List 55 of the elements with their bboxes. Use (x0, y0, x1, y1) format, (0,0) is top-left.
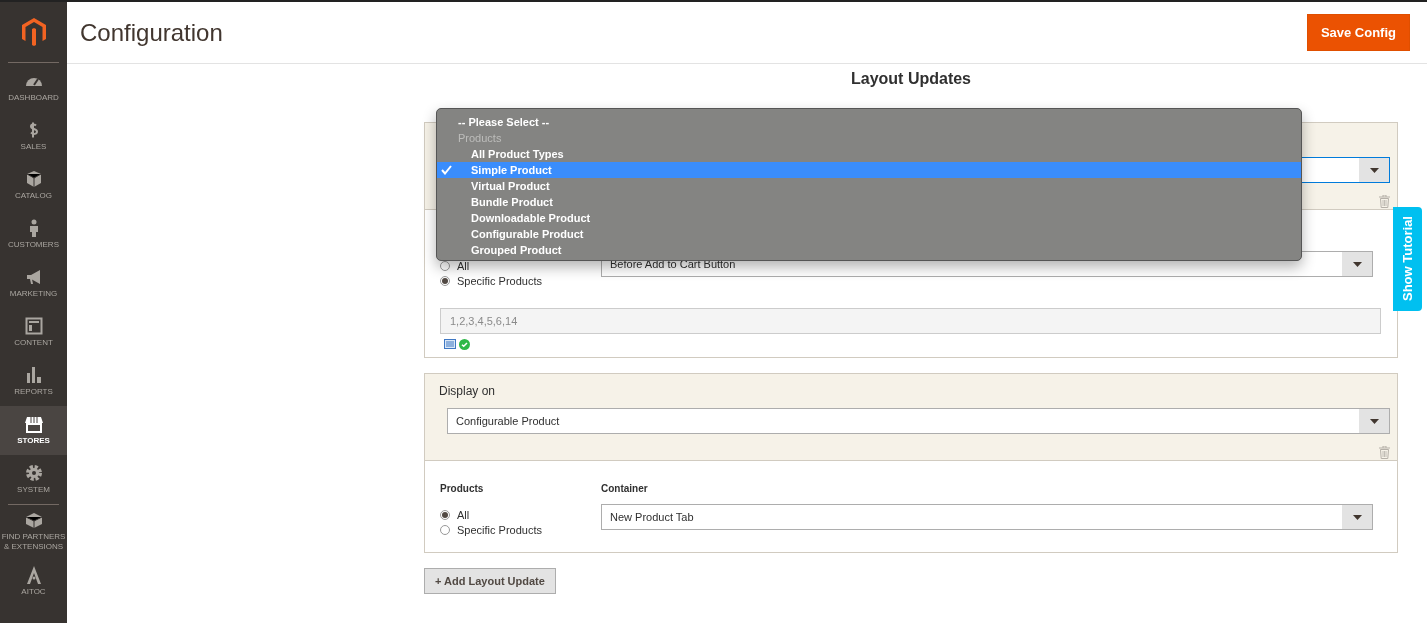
nav-item[interactable]: SALES (0, 112, 67, 161)
dropdown-option[interactable]: -- Please Select -- (437, 114, 1301, 130)
caret-icon (1352, 514, 1362, 520)
nav-item[interactable]: DASHBOARD (0, 63, 67, 112)
save-config-button[interactable]: Save Config (1306, 14, 1410, 51)
letter-a-icon (24, 566, 43, 584)
logo-icon (21, 18, 46, 46)
page-title: Configuration (80, 18, 223, 47)
list-icon[interactable] (444, 339, 456, 349)
trash-icon[interactable] (1379, 195, 1390, 208)
caret-icon (1352, 261, 1362, 267)
bar-chart-icon (24, 366, 43, 384)
product-ids-field[interactable]: 1,2,3,4,5,6,14 (440, 308, 1381, 334)
dropdown-option[interactable]: Simple Product (437, 162, 1301, 178)
field-label: Display on (439, 384, 496, 398)
nav-item[interactable]: CATALOG (0, 161, 67, 210)
add-layout-update-button[interactable]: + Add Layout Update (424, 568, 556, 594)
nav-item[interactable]: CUSTOMERS (0, 210, 67, 259)
megaphone-icon (24, 268, 43, 286)
radio-label: Specific Products (457, 523, 542, 536)
box-icon (24, 170, 43, 188)
select-field[interactable]: New Product Tab (601, 504, 1373, 530)
brick-icon (24, 510, 43, 529)
dollar-icon (29, 121, 38, 139)
radio-label: All (457, 508, 470, 521)
caret-icon (1369, 167, 1379, 173)
nav-item[interactable]: STORES (0, 406, 67, 455)
dropdown-option[interactable]: Virtual Product (437, 178, 1301, 194)
radio-label: Specific Products (457, 274, 542, 287)
radio-button[interactable] (440, 275, 450, 286)
nav-item[interactable]: AITOC (0, 557, 67, 606)
dropdown-option[interactable]: Configurable Product (437, 226, 1301, 242)
radio-label: All (457, 259, 470, 272)
layout-icon (24, 317, 43, 335)
trash-icon[interactable] (1379, 446, 1390, 459)
check-circle-icon[interactable] (459, 339, 470, 350)
nav-item[interactable]: MARKETING (0, 259, 67, 308)
storefront-icon (24, 415, 43, 433)
nav-item[interactable]: REPORTS (0, 357, 67, 406)
nav-item[interactable]: SYSTEM (0, 455, 67, 504)
select-field[interactable]: Configurable Product (447, 408, 1390, 434)
radio-button[interactable] (440, 509, 450, 520)
caret-icon (1369, 418, 1379, 424)
dropdown-option[interactable]: Bundle Product (437, 194, 1301, 210)
dropdown-option[interactable]: Downloadable Product (437, 210, 1301, 226)
gear-icon (24, 464, 43, 482)
field-label: Container (601, 483, 649, 496)
field-label: Products (440, 483, 485, 496)
nav-item[interactable]: FIND PARTNERS & EXTENSIONS (0, 505, 67, 557)
dropdown-option[interactable]: All Product Types (437, 146, 1301, 162)
radio-button[interactable] (440, 524, 450, 535)
group-label: Products (457, 131, 503, 146)
checkmark-icon (441, 165, 452, 175)
section-title: Layout Updates (850, 70, 972, 89)
nav-item[interactable]: CONTENT (0, 308, 67, 357)
